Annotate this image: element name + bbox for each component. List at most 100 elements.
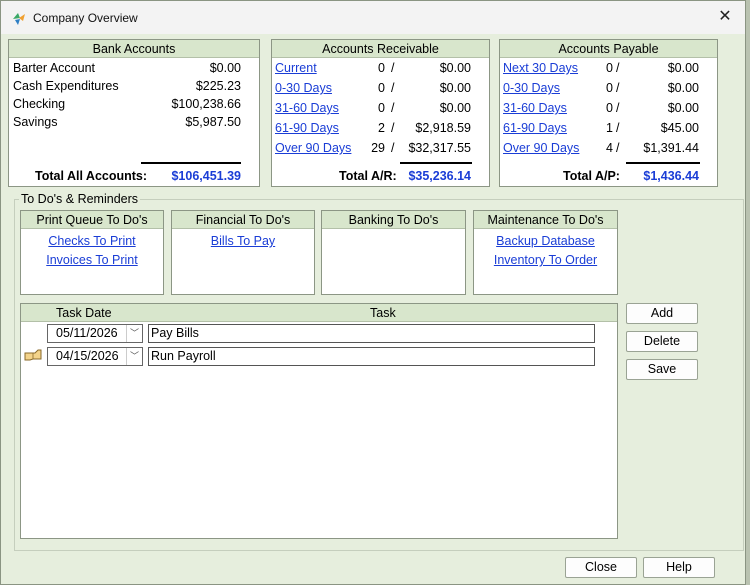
ap-row: Next 30 Days 0 / $0.00 bbox=[500, 59, 717, 77]
title-bar: Company Overview ✕ bbox=[1, 1, 745, 34]
bank-row: Barter Account $0.00 bbox=[9, 59, 259, 77]
col-task-date: Task Date bbox=[56, 306, 112, 320]
row-pointer-icon bbox=[24, 349, 42, 361]
ar-count: 0 bbox=[378, 81, 385, 95]
chevron-down-icon[interactable]: ﹀ bbox=[126, 348, 142, 365]
ap-count: 0 bbox=[606, 101, 613, 115]
ar-total-value: $35,236.14 bbox=[408, 169, 471, 183]
ar-amount: $32,317.55 bbox=[408, 141, 471, 155]
task-table: Task Date Task 05/11/2026 ﹀ Pay Bills 04… bbox=[20, 303, 618, 539]
maintenance-header: Maintenance To Do's bbox=[474, 211, 617, 229]
banking-panel: Banking To Do's bbox=[321, 210, 466, 295]
ap-row: 0-30 Days 0 / $0.00 bbox=[500, 79, 717, 97]
task-date-picker[interactable]: 05/11/2026 ﹀ bbox=[47, 324, 143, 343]
ar-total-label: Total A/R: bbox=[339, 169, 397, 183]
bank-total-row: Total All Accounts: $106,451.39 bbox=[9, 167, 259, 185]
ap-row: Over 90 Days 4 / $1,391.44 bbox=[500, 139, 717, 157]
ar-amount: $0.00 bbox=[439, 81, 471, 95]
app-logo-icon bbox=[13, 13, 25, 25]
ap-count: 0 bbox=[606, 61, 613, 75]
ap-amount: $0.00 bbox=[667, 101, 699, 115]
ar-count: 0 bbox=[378, 101, 385, 115]
backup-database-link[interactable]: Backup Database bbox=[496, 234, 595, 248]
task-date-value: 05/11/2026 bbox=[56, 326, 118, 340]
ar-separator: / bbox=[391, 141, 395, 155]
ap-count: 0 bbox=[606, 81, 613, 95]
ap-total-divider bbox=[626, 162, 700, 164]
bills-to-pay-link[interactable]: Bills To Pay bbox=[211, 234, 275, 248]
bank-account-amount: $225.23 bbox=[195, 79, 241, 93]
task-text-input[interactable]: Pay Bills bbox=[148, 324, 595, 343]
print-queue-header: Print Queue To Do's bbox=[21, 211, 163, 229]
ar-separator: / bbox=[391, 121, 395, 135]
ar-row: 31-60 Days 0 / $0.00 bbox=[272, 99, 489, 117]
ar-count: 2 bbox=[378, 121, 385, 135]
save-task-button[interactable]: Save bbox=[626, 359, 698, 380]
ap-amount: $45.00 bbox=[660, 121, 699, 135]
chevron-down-icon[interactable]: ﹀ bbox=[126, 325, 142, 342]
ar-total-divider bbox=[400, 162, 472, 164]
ap-link-61-90[interactable]: 61-90 Days bbox=[503, 119, 567, 137]
accounts-payable-panel: Accounts Payable Next 30 Days 0 / $0.00 … bbox=[499, 39, 718, 187]
ar-separator: / bbox=[391, 101, 395, 115]
checks-to-print-link[interactable]: Checks To Print bbox=[48, 234, 135, 248]
ap-separator: / bbox=[616, 141, 620, 155]
ap-link-31-60[interactable]: 31-60 Days bbox=[503, 99, 567, 117]
financial-header: Financial To Do's bbox=[172, 211, 314, 229]
delete-task-button[interactable]: Delete bbox=[626, 331, 698, 352]
bank-total-divider bbox=[141, 162, 241, 164]
print-queue-panel: Print Queue To Do's Checks To Print Invo… bbox=[20, 210, 164, 295]
bank-account-name: Cash Expenditures bbox=[13, 79, 119, 93]
ap-row: 31-60 Days 0 / $0.00 bbox=[500, 99, 717, 117]
ap-total-value: $1,436.44 bbox=[643, 169, 699, 183]
ap-total-row: Total A/P: $1,436.44 bbox=[500, 167, 717, 185]
ar-count: 0 bbox=[378, 61, 385, 75]
ar-separator: / bbox=[391, 81, 395, 95]
bank-accounts-header: Bank Accounts bbox=[9, 40, 259, 58]
help-button[interactable]: Help bbox=[643, 557, 715, 578]
ar-link-over-90[interactable]: Over 90 Days bbox=[275, 139, 351, 157]
window-close-button[interactable]: ✕ bbox=[713, 5, 737, 29]
invoices-to-print-link[interactable]: Invoices To Print bbox=[46, 253, 137, 267]
add-task-button[interactable]: Add bbox=[626, 303, 698, 324]
ap-header: Accounts Payable bbox=[500, 40, 717, 58]
company-overview-window: Company Overview ✕ Bank Accounts Barter … bbox=[0, 0, 746, 585]
ar-link-0-30[interactable]: 0-30 Days bbox=[275, 79, 332, 97]
bank-account-name: Checking bbox=[13, 97, 66, 111]
bank-account-amount: $100,238.66 bbox=[171, 97, 241, 111]
bank-accounts-panel: Bank Accounts Barter Account $0.00 Cash … bbox=[8, 39, 260, 187]
bank-total-label: Total All Accounts: bbox=[35, 169, 148, 183]
ap-total-label: Total A/P: bbox=[563, 169, 620, 183]
ar-link-31-60[interactable]: 31-60 Days bbox=[275, 99, 339, 117]
task-text-input[interactable]: Run Payroll bbox=[148, 347, 595, 366]
ap-link-over-90[interactable]: Over 90 Days bbox=[503, 139, 579, 157]
close-button[interactable]: Close bbox=[565, 557, 637, 578]
maintenance-panel: Maintenance To Do's Backup Database Inve… bbox=[473, 210, 618, 295]
ap-link-0-30[interactable]: 0-30 Days bbox=[503, 79, 560, 97]
ap-separator: / bbox=[616, 101, 620, 115]
ar-link-61-90[interactable]: 61-90 Days bbox=[275, 119, 339, 137]
todos-section-label: To Do's & Reminders bbox=[19, 192, 141, 206]
ap-amount: $1,391.44 bbox=[643, 141, 699, 155]
task-date-value: 04/15/2026 bbox=[56, 349, 119, 363]
bank-row: Savings $5,987.50 bbox=[9, 113, 259, 131]
ar-row: 61-90 Days 2 / $2,918.59 bbox=[272, 119, 489, 137]
ap-separator: / bbox=[616, 121, 620, 135]
ap-amount: $0.00 bbox=[667, 81, 699, 95]
accounts-receivable-panel: Accounts Receivable Current 0 / $0.00 0-… bbox=[271, 39, 490, 187]
task-table-header: Task Date Task bbox=[21, 304, 617, 322]
inventory-to-order-link[interactable]: Inventory To Order bbox=[494, 253, 597, 267]
ar-row: 0-30 Days 0 / $0.00 bbox=[272, 79, 489, 97]
ar-row: Current 0 / $0.00 bbox=[272, 59, 489, 77]
ap-count: 1 bbox=[606, 121, 613, 135]
ar-amount: $2,918.59 bbox=[415, 121, 471, 135]
ap-count: 4 bbox=[606, 141, 613, 155]
ar-total-row: Total A/R: $35,236.14 bbox=[272, 167, 489, 185]
task-date-picker[interactable]: 04/15/2026 ﹀ bbox=[47, 347, 143, 366]
bank-account-amount: $0.00 bbox=[209, 61, 241, 75]
ar-link-current[interactable]: Current bbox=[275, 59, 317, 77]
financial-panel: Financial To Do's Bills To Pay bbox=[171, 210, 315, 295]
ap-link-next-30[interactable]: Next 30 Days bbox=[503, 59, 578, 77]
bank-total-value: $106,451.39 bbox=[171, 169, 241, 183]
ar-header: Accounts Receivable bbox=[272, 40, 489, 58]
